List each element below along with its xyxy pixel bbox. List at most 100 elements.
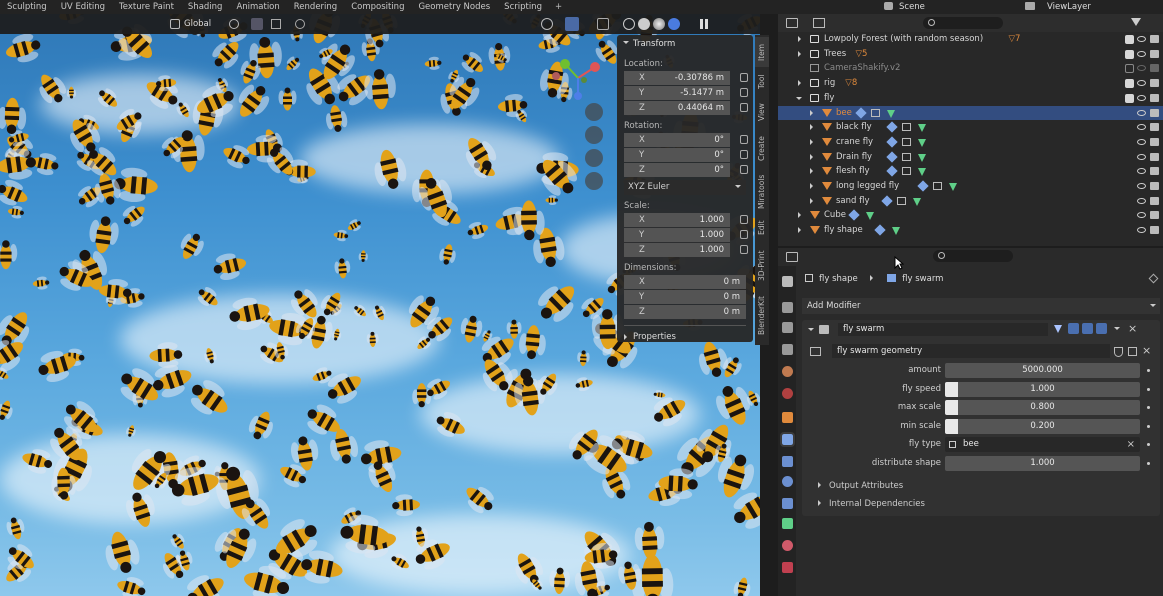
close-icon[interactable]: × xyxy=(1128,322,1137,335)
scene-tab-icon[interactable] xyxy=(782,366,793,377)
render-tab-icon[interactable] xyxy=(782,302,793,313)
chevron-down-icon[interactable] xyxy=(1114,327,1120,333)
mesh-data-icon[interactable] xyxy=(917,168,926,177)
modifier-wrench-icon[interactable] xyxy=(874,224,886,236)
tab-texture-paint[interactable]: Texture Paint xyxy=(112,0,181,14)
number-field[interactable]: 1.000 xyxy=(945,382,1140,397)
sidebar-tab-create[interactable]: Create xyxy=(755,131,769,167)
render-camera-icon[interactable] xyxy=(1150,49,1159,58)
lock-icon[interactable] xyxy=(740,135,748,144)
properties-subpanel-header[interactable]: Properties xyxy=(617,329,753,345)
tab-rendering[interactable]: Rendering xyxy=(287,0,344,14)
lock-icon[interactable] xyxy=(740,88,748,97)
sidebar-tab-blenderkit[interactable]: BlenderKit xyxy=(755,291,769,341)
eye-icon[interactable] xyxy=(1137,168,1146,175)
render-camera-icon[interactable] xyxy=(1150,211,1159,220)
render-camera-icon[interactable] xyxy=(1150,108,1159,117)
keyframe-dot-icon[interactable] xyxy=(1147,462,1150,465)
exclude-checkbox[interactable] xyxy=(1125,49,1134,59)
pan-hand-icon[interactable] xyxy=(585,126,603,144)
chevron-right-icon[interactable] xyxy=(810,124,816,131)
sidebar-tab-item[interactable]: Item xyxy=(755,37,769,67)
overlay-toggle-icon[interactable] xyxy=(565,17,580,31)
chevron-right-icon[interactable] xyxy=(810,138,816,145)
fake-user-shield-icon[interactable] xyxy=(1114,347,1123,357)
internal-dependencies-header[interactable]: Internal Dependencies xyxy=(818,497,925,511)
properties-search-input[interactable] xyxy=(933,250,1013,262)
texture-tab-icon[interactable] xyxy=(782,562,793,573)
outliner-row[interactable]: fly shape xyxy=(778,223,1163,238)
gizmo-toggle-icon[interactable] xyxy=(541,18,554,30)
chevron-right-icon[interactable] xyxy=(798,212,804,219)
pause-icon[interactable] xyxy=(700,19,709,29)
render-camera-icon[interactable] xyxy=(1150,79,1159,88)
eye-icon[interactable] xyxy=(1137,124,1146,131)
keyframe-dot-icon[interactable] xyxy=(1147,388,1150,391)
outliner-editor-type-icon[interactable] xyxy=(786,18,798,28)
dimension-x-field[interactable]: X0 m xyxy=(624,275,746,289)
eye-icon[interactable] xyxy=(1137,109,1146,116)
sidebar-tab-view[interactable]: View xyxy=(755,99,769,125)
modifier-wrench-icon[interactable] xyxy=(855,106,867,119)
number-field[interactable]: 0.800 xyxy=(945,400,1140,415)
mesh-data-icon[interactable] xyxy=(912,197,921,206)
world-tab-icon[interactable] xyxy=(782,388,793,399)
snap-icon[interactable] xyxy=(251,18,264,30)
snap-target-icon[interactable] xyxy=(271,19,282,29)
mesh-data-icon[interactable] xyxy=(948,183,957,191)
outliner-row[interactable]: bee xyxy=(778,105,1163,121)
modifier-wrench-icon[interactable] xyxy=(916,180,929,192)
view-layer-selector[interactable]: ViewLayer xyxy=(1025,0,1091,14)
scene-selector[interactable]: Scene xyxy=(884,0,925,14)
render-camera-icon[interactable] xyxy=(1150,226,1159,235)
output-attributes-header[interactable]: Output Attributes xyxy=(818,479,903,493)
chevron-right-icon[interactable] xyxy=(810,183,816,189)
clear-icon[interactable]: × xyxy=(1127,437,1135,452)
dimension-z-field[interactable]: Z0 m xyxy=(624,305,746,319)
search-input[interactable] xyxy=(923,17,1003,29)
render-camera-icon[interactable] xyxy=(1150,93,1159,102)
tab-uv-editing[interactable]: UV Editing xyxy=(54,0,112,14)
modifier-wrench-icon[interactable] xyxy=(886,136,898,148)
particles-tab-icon[interactable] xyxy=(782,456,793,467)
edit-mode-toggle-icon[interactable] xyxy=(1068,323,1079,334)
view-layer-tab-icon[interactable] xyxy=(782,344,793,355)
mesh-data-icon[interactable] xyxy=(866,212,875,221)
modifier-wrench-icon[interactable] xyxy=(886,121,898,133)
exclude-checkbox[interactable] xyxy=(1125,93,1134,103)
mesh-data-icon[interactable] xyxy=(891,227,900,236)
chevron-right-icon[interactable] xyxy=(798,36,804,42)
data-tab-icon[interactable] xyxy=(782,518,793,529)
eye-icon[interactable] xyxy=(1137,227,1146,234)
lock-icon[interactable] xyxy=(740,215,748,224)
shading-wireframe-icon[interactable] xyxy=(623,18,636,30)
transform-header[interactable]: Transform xyxy=(617,35,753,53)
number-field[interactable]: 0.200 xyxy=(945,419,1140,434)
eye-icon[interactable] xyxy=(1137,197,1146,204)
exclude-checkbox[interactable] xyxy=(1125,64,1134,74)
chevron-right-icon[interactable] xyxy=(798,50,804,57)
add-modifier-dropdown[interactable]: Add Modifier xyxy=(802,298,1160,314)
filter-icon[interactable] xyxy=(1131,18,1141,26)
modifier-wrench-icon[interactable] xyxy=(886,150,898,163)
particles-icon[interactable] xyxy=(871,108,881,117)
outliner-row[interactable]: crane fly xyxy=(778,135,1163,150)
mesh-data-icon[interactable] xyxy=(917,138,926,147)
sidebar-tab-tool[interactable]: Tool xyxy=(755,69,769,95)
modifier-name-field[interactable]: fly swarm xyxy=(838,323,1048,336)
eye-icon[interactable] xyxy=(1137,212,1146,219)
outliner-row[interactable]: sand fly xyxy=(778,194,1163,209)
scale-x-field[interactable]: X 1.000 xyxy=(624,213,748,227)
modifier-wrench-icon[interactable] xyxy=(886,165,898,177)
camera-view-icon[interactable] xyxy=(585,149,603,167)
exclude-checkbox[interactable] xyxy=(1125,79,1134,89)
render-toggle-icon[interactable] xyxy=(1096,323,1107,334)
mesh-data-icon[interactable] xyxy=(917,153,926,162)
orientation-dropdown[interactable]: Global xyxy=(184,19,211,29)
outliner-row[interactable]: long legged fly xyxy=(778,179,1163,194)
lock-icon[interactable] xyxy=(740,245,748,254)
physics-tab-icon[interactable] xyxy=(782,476,793,487)
location-x-field[interactable]: X -0.30786 m xyxy=(624,71,748,85)
eye-icon[interactable] xyxy=(1137,138,1146,145)
render-camera-icon[interactable] xyxy=(1150,64,1159,73)
